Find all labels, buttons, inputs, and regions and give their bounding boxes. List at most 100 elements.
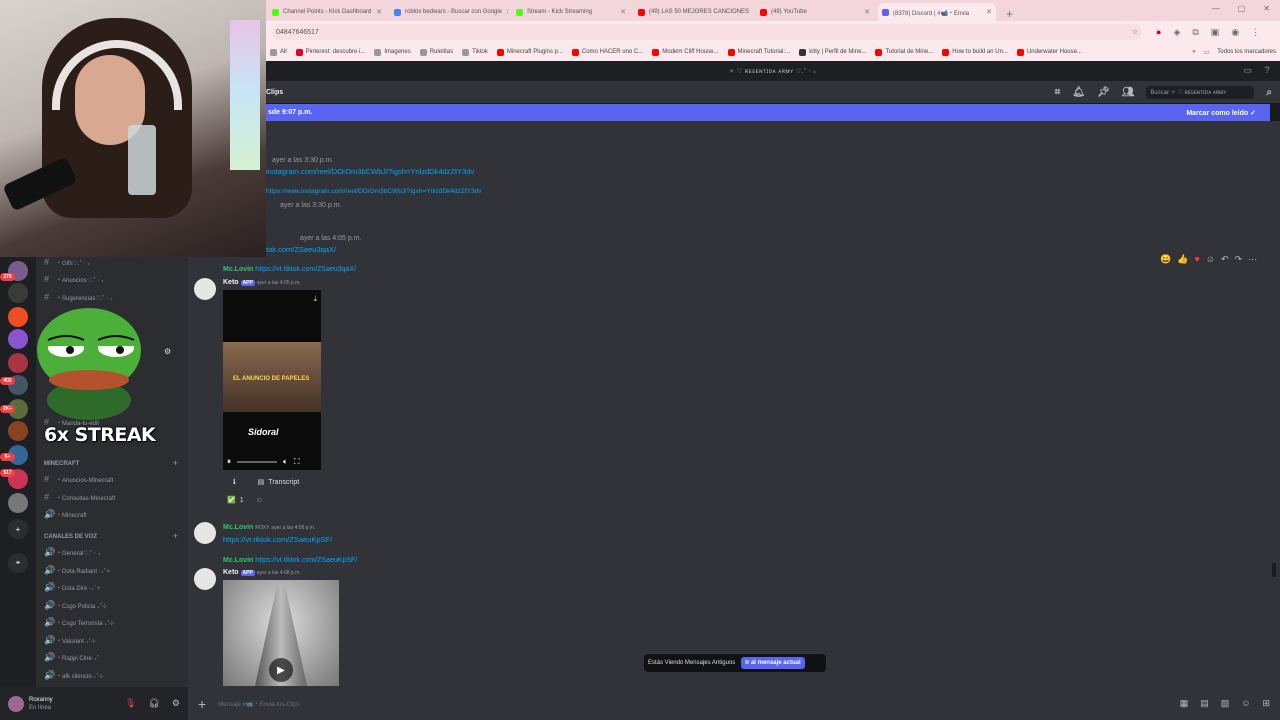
settings-icon[interactable]: ⚙ bbox=[172, 698, 180, 709]
minimize-icon[interactable]: — bbox=[1212, 4, 1220, 13]
discover-icon[interactable]: ⌖ bbox=[8, 553, 28, 573]
reply-icon[interactable]: ↶ bbox=[1221, 254, 1229, 265]
author-name[interactable]: Keto bbox=[223, 569, 239, 576]
volume-icon[interactable]: 🔈︎ bbox=[283, 457, 288, 467]
new-messages-bar[interactable]: sde 9:07 p.m. Marcar como leído ✓ bbox=[266, 104, 1270, 121]
add-reaction-icon[interactable]: ☺ bbox=[1206, 254, 1215, 265]
voice-channel-item[interactable]: 🔊 ・Rappi Cine‧₊˚ bbox=[44, 652, 99, 663]
members-icon[interactable]: 👥︎ bbox=[1122, 87, 1135, 98]
browser-tab-active[interactable]: (8378) Discord | #📹・Envia ✕ bbox=[878, 3, 996, 21]
mic-muted-icon[interactable]: 🎙︎ bbox=[125, 698, 136, 709]
channel-item[interactable]: 🔊 ・Minecraft bbox=[44, 509, 87, 520]
headset-icon[interactable]: 🎧︎ bbox=[148, 698, 159, 709]
info-icon[interactable]: ℹ bbox=[233, 478, 236, 486]
download-icon[interactable]: ⤓ bbox=[313, 294, 317, 304]
browser-tab[interactable]: (49) YouTube ✕ bbox=[756, 3, 874, 21]
attach-button[interactable]: + bbox=[198, 696, 206, 712]
threads-icon[interactable]: ⌗ bbox=[1055, 87, 1061, 98]
reaction-check-icon[interactable]: ✅ bbox=[227, 496, 236, 504]
message-link[interactable]: tok.com/ZSaeu3qaX/ bbox=[266, 245, 336, 254]
bookmark-item[interactable]: kitty | Perfil de Mine... bbox=[799, 48, 866, 56]
close-window-icon[interactable]: ✕ bbox=[1263, 4, 1270, 13]
bookmark-item[interactable]: Tutorial de Mine... bbox=[875, 48, 933, 56]
emoji-react-icon[interactable]: 😄 bbox=[1160, 254, 1171, 265]
bookmark-item[interactable]: All bbox=[270, 48, 287, 56]
voice-channel-item[interactable]: 🔊 ・General♡.˚ ‧ ₊ bbox=[44, 547, 101, 558]
reply-reference[interactable]: Mc.Lovin https://vt.tiktok.com/ZSaeuKpSF… bbox=[223, 557, 357, 564]
bookmark-item[interactable]: Underwater House... bbox=[1016, 48, 1082, 56]
channel-settings-icon[interactable]: ⚙ bbox=[164, 347, 171, 356]
channel-item[interactable]: # ・Anuncios-Minecraft bbox=[44, 474, 113, 484]
voice-channel-item[interactable]: 🔊 ・Csgo Terrorista ₊˚⊹ bbox=[44, 617, 114, 628]
channel-item[interactable]: # ・Consultas-Minecraft bbox=[44, 492, 115, 502]
bookmark-item[interactable]: Ruletitas bbox=[419, 48, 453, 56]
user-info[interactable]: Roxanny En línea bbox=[29, 696, 53, 712]
server-icon[interactable] bbox=[8, 307, 28, 327]
mark-read-button[interactable]: Marcar como leído ✓ bbox=[1186, 109, 1256, 117]
server-icon[interactable] bbox=[8, 329, 28, 349]
video-progress[interactable] bbox=[237, 461, 277, 463]
forward-icon[interactable]: ↷ bbox=[1235, 254, 1243, 265]
message-link[interactable]: https://vt.tiktok.com/ZSaeuKpSF/ bbox=[223, 535, 332, 544]
bookmark-item[interactable]: Modern Cliff House... bbox=[652, 48, 719, 56]
server-icon[interactable] bbox=[8, 353, 28, 373]
jump-to-present-button[interactable]: Ir al mensaje actual bbox=[741, 657, 805, 669]
heart-icon[interactable]: ♥ bbox=[1194, 254, 1199, 265]
add-channel-icon[interactable]: + bbox=[173, 458, 178, 468]
help-icon[interactable]: ? bbox=[1264, 65, 1270, 76]
profile-icon[interactable]: ◉ bbox=[1231, 27, 1239, 38]
channel-item[interactable]: # ・Anuncios♡.˚ ‧ ₊ bbox=[44, 274, 104, 284]
avatar[interactable] bbox=[8, 695, 24, 712]
reply-link[interactable]: https://vt.tiktok.com/ZSaeuKpSF/ bbox=[255, 557, 357, 564]
browser-tab[interactable]: roblox bedwars - Buscar con Google✕ bbox=[390, 3, 508, 21]
voice-channel-item[interactable]: 🔊 ・afk silencio ₊˚⊹ bbox=[44, 670, 104, 681]
video-embed[interactable]: ⤓ EL ANUNCIO DE PAPELES Sidoral ⏸ 🔈︎ ⛶ bbox=[223, 290, 321, 470]
browser-tab[interactable]: Stream - Kick Streaming ✕ bbox=[512, 3, 630, 21]
browser-tab[interactable]: Channel Points - Kick Dashboard ✕ bbox=[268, 3, 386, 21]
bookmark-item[interactable]: Tiktok bbox=[462, 48, 488, 56]
menu-icon[interactable]: ⋮ bbox=[1251, 27, 1260, 38]
server-icon[interactable] bbox=[8, 283, 28, 303]
pause-icon[interactable]: ⏸ bbox=[227, 457, 231, 467]
channel-item[interactable]: # ・Gifs♡.˚ ‧ ₊ bbox=[44, 257, 90, 267]
category-minecraft[interactable]: MINECRAFT bbox=[44, 461, 79, 467]
server-icon[interactable] bbox=[8, 493, 28, 513]
close-icon[interactable]: ✕ bbox=[986, 8, 992, 16]
add-reaction-icon[interactable]: ☺ bbox=[256, 497, 263, 504]
close-icon[interactable]: ✕ bbox=[864, 8, 870, 16]
voice-channel-item[interactable]: 🔊 ・Csgo Policia ₊˚⊹ bbox=[44, 600, 107, 611]
server-icon[interactable] bbox=[8, 421, 28, 441]
image-embed[interactable]: ▶ bbox=[223, 580, 339, 686]
scrollbar-thumb[interactable] bbox=[1272, 563, 1276, 577]
play-icon[interactable]: ▶ bbox=[269, 658, 293, 682]
extension-icon[interactable]: ◈ bbox=[1173, 27, 1180, 38]
bookmark-item[interactable]: Minecraft Tutorial:... bbox=[727, 48, 790, 56]
avatar[interactable] bbox=[194, 278, 216, 300]
reply-link[interactable]: https://vt.tiktok.com/ZSaeu3qaX/ bbox=[255, 266, 356, 273]
thumbs-up-icon[interactable]: 👍 bbox=[1177, 254, 1188, 265]
voice-channel-item[interactable]: 🔊 ・Valorant ₊˚⊹ bbox=[44, 635, 96, 646]
bookmark-item[interactable]: Minecraft Plugins p... bbox=[496, 48, 563, 56]
all-bookmarks[interactable]: » ▭ Todos los marcadores bbox=[1192, 49, 1276, 56]
bookmark-item[interactable]: Imagenes bbox=[374, 48, 411, 56]
search-icon[interactable]: ⌕ bbox=[1266, 87, 1272, 98]
pin-icon[interactable]: 📌︎ bbox=[1097, 87, 1110, 98]
more-icon[interactable]: ⋯ bbox=[1248, 254, 1257, 265]
voice-channel-item[interactable]: 🔊 ・Dota Radiant ‧₊˚✧ bbox=[44, 565, 111, 576]
apps-icon[interactable]: ⊞ bbox=[1262, 698, 1270, 709]
fullscreen-icon[interactable]: ⛶ bbox=[294, 457, 300, 467]
emoji-icon[interactable]: ☺ bbox=[1241, 698, 1250, 709]
composer-input[interactable]: Mensaje #📹・Envia-tus-Clips bbox=[218, 699, 300, 708]
sticker-icon[interactable]: ▧ bbox=[1221, 698, 1230, 709]
url-field[interactable]: 04847646517 ☆ bbox=[272, 24, 1142, 40]
voice-channel-item[interactable]: 🔊 ・Dota Dire ‧₊˚✧ bbox=[44, 582, 101, 593]
avatar[interactable] bbox=[194, 568, 216, 590]
message-link[interactable]: instagram.com/reel/DOrDm3bCWbJ/?igsh=Ynl… bbox=[266, 167, 474, 176]
search-input[interactable]: Buscar ✧ ♡ ʀᴇꜱᴇɴᴛɪᴅᴀ ᴀʀᴍʏ bbox=[1146, 85, 1255, 99]
star-icon[interactable]: ☆ bbox=[1132, 28, 1138, 36]
category-voice[interactable]: CANALES DE VOZ bbox=[44, 534, 97, 540]
browser-tab[interactable]: (49) LAS 50 MEJORES CANCIONES✕ bbox=[634, 3, 752, 21]
close-icon[interactable]: ✕ bbox=[506, 8, 508, 16]
maximize-icon[interactable]: ▢ bbox=[1238, 4, 1246, 13]
add-server-icon[interactable]: + bbox=[8, 519, 28, 539]
